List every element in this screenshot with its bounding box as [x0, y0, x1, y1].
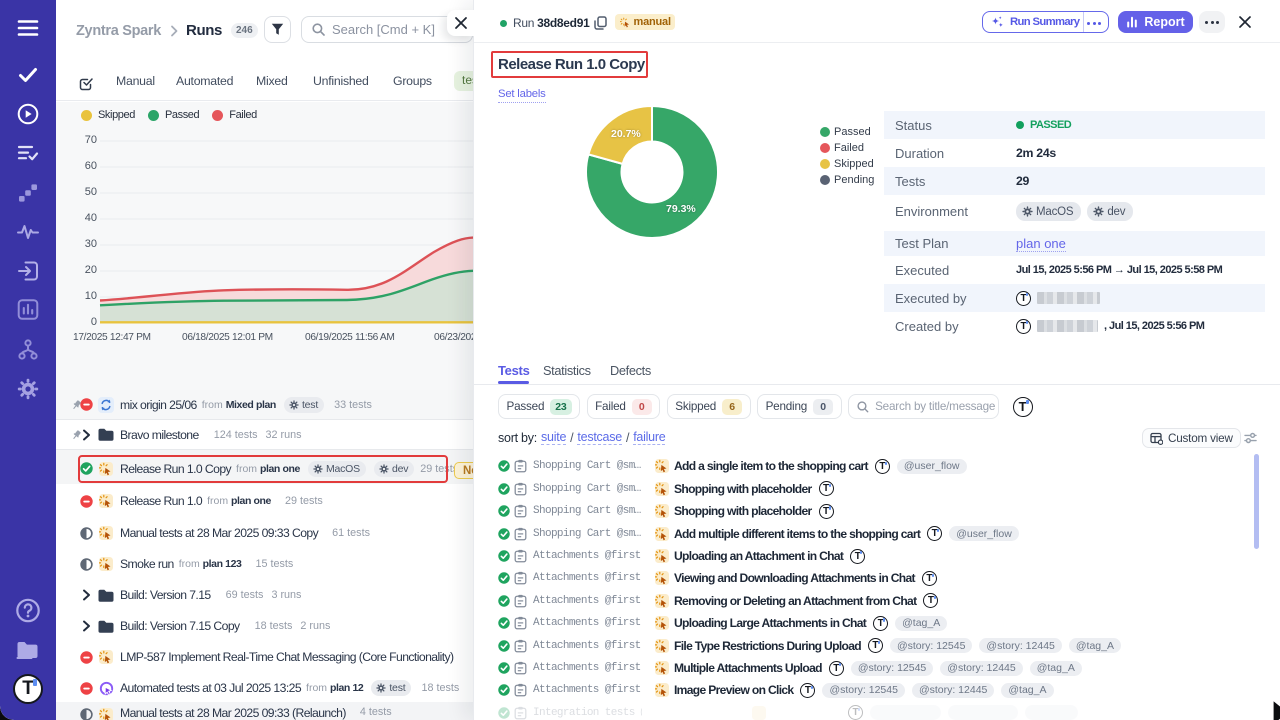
svg-text:20.7%: 20.7% — [611, 128, 641, 140]
svg-text:79.3%: 79.3% — [666, 203, 696, 215]
